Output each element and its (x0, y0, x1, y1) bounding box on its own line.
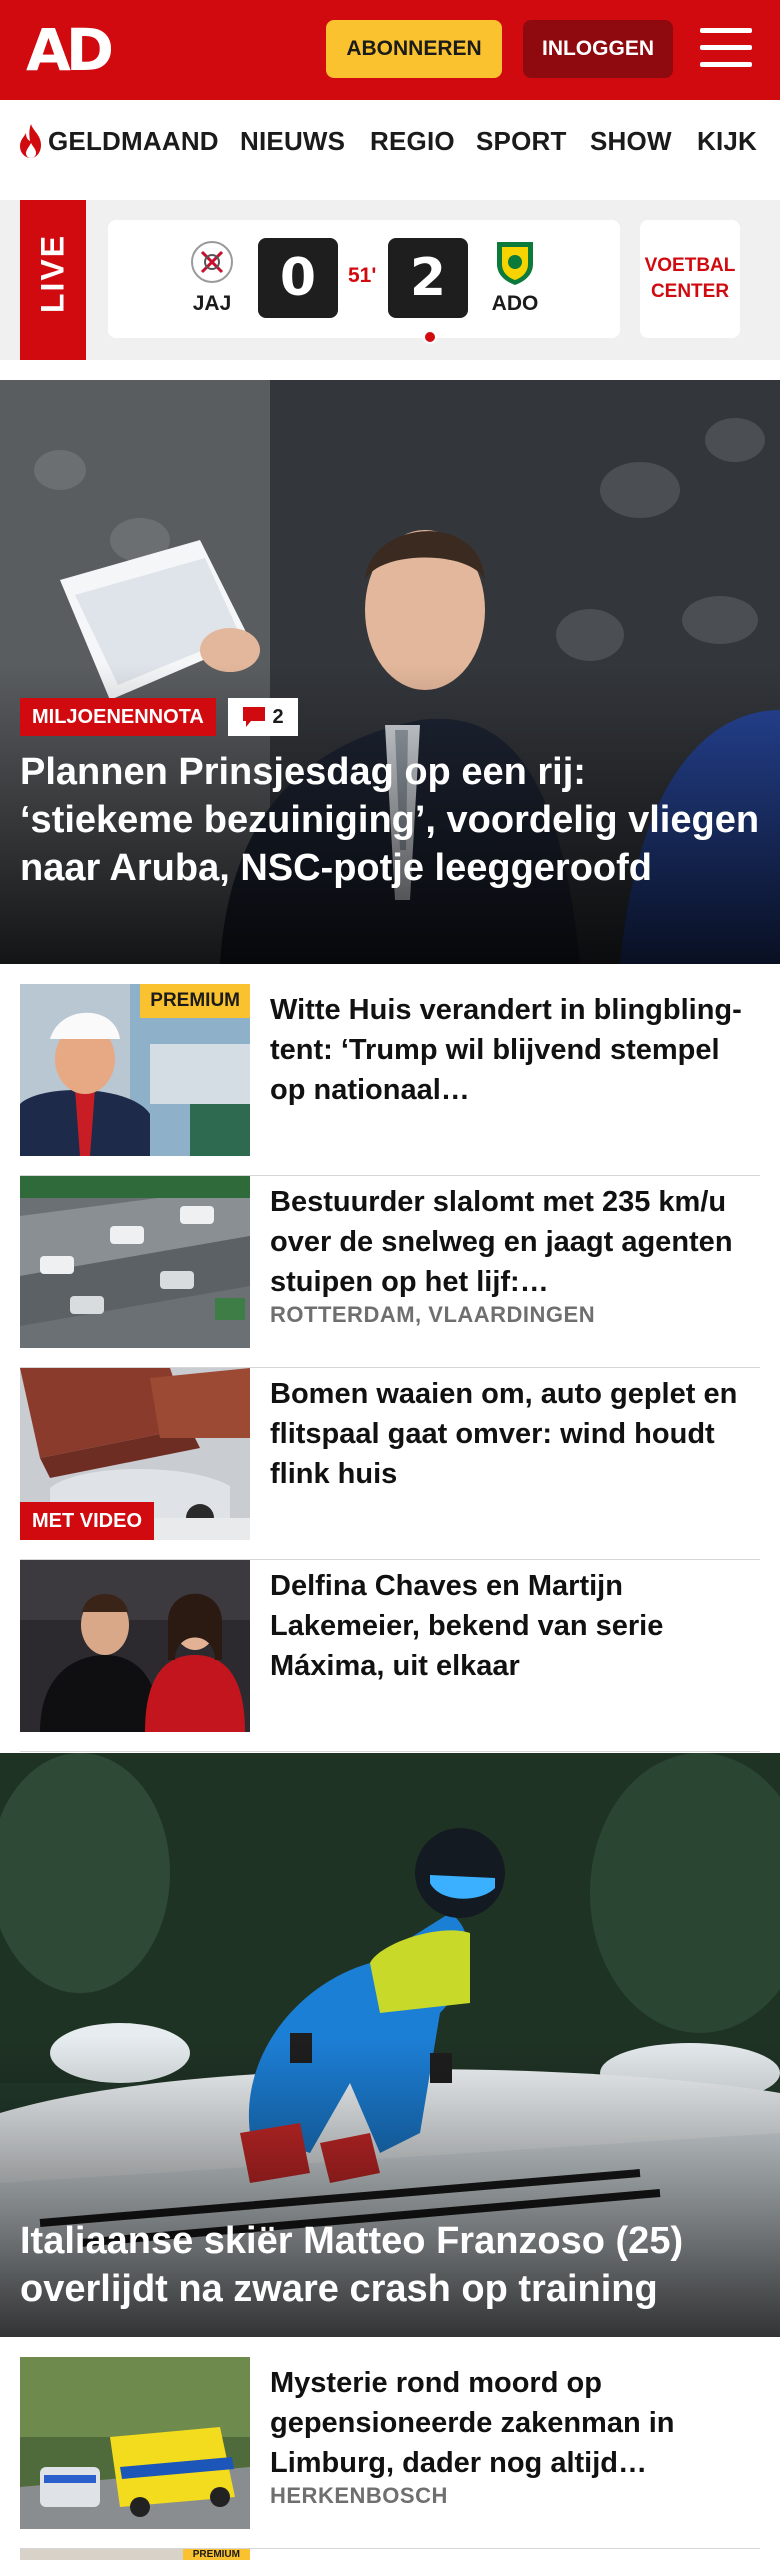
voetbal-center-line2: CENTER (650, 281, 730, 302)
comment-count-badge[interactable]: 2 (228, 698, 298, 736)
live-indicator-dot (423, 330, 437, 344)
article-photo (20, 1560, 250, 1732)
article-thumbnail: PREMIUM (20, 2549, 250, 2560)
hero-article[interactable]: MILJOENENNOTA 2 Plannen Prinsjesdag op e… (0, 380, 780, 964)
article-title[interactable]: Bestuurder slalomt met 235 km/u over de … (270, 1182, 760, 1302)
list-item[interactable]: MET VIDEO Bomen waaien om, auto geplet e… (20, 1368, 760, 1560)
article-title[interactable]: Delfina Chaves en Martijn Lakemeier, bek… (270, 1566, 760, 1686)
login-button[interactable]: INLOGGEN (523, 20, 673, 78)
live-label: LIVE (34, 233, 71, 313)
list-item[interactable]: PREMIUM Witte Huis verandert in blingbli… (20, 984, 760, 1176)
premium-badge: PREMIUM (140, 984, 250, 1018)
hero-title[interactable]: Plannen Prinsjesdag op een rij: ‘stiekem… (20, 748, 760, 892)
list-item[interactable]: Mysterie rond moord op gepensioneerde za… (20, 2357, 760, 2549)
ad-logo[interactable]: AD (26, 20, 114, 80)
away-team-name: ADO (491, 292, 539, 315)
article-thumbnail: PREMIUM (20, 984, 250, 1156)
nav-item-show[interactable]: SHOW (590, 126, 672, 157)
article-location: HERKENBOSCH (270, 2483, 448, 2508)
article-title[interactable]: Witte Huis verandert in blingbling-tent:… (270, 990, 760, 1110)
article-location: ROTTERDAM, VLAARDINGEN (270, 1302, 596, 1327)
video-badge: MET VIDEO (20, 1502, 155, 1540)
home-score: 0 (258, 238, 338, 318)
ado-crest-icon (497, 242, 533, 285)
home-team-name: JAJ (192, 292, 232, 315)
article-thumbnail: MET VIDEO (20, 1368, 250, 1540)
voetbal-center-button[interactable]: VOETBAL CENTER (640, 220, 740, 338)
article-photo (20, 2357, 250, 2529)
nav-item-sport[interactable]: SPORT (476, 126, 567, 157)
subscribe-button[interactable]: ABONNEREN (326, 20, 502, 78)
article-title[interactable]: Mysterie rond moord op gepensioneerde za… (270, 2363, 760, 2483)
nav-item-geldmaand[interactable]: GELDMAAND (48, 126, 219, 157)
jaj-crest-icon (191, 241, 233, 283)
list-item[interactable]: Bestuurder slalomt met 235 km/u over de … (20, 1176, 760, 1368)
hamburger-icon[interactable] (700, 26, 752, 70)
nav-item-nieuws[interactable]: NIEUWS (240, 126, 345, 157)
top-bar: AD ABONNEREN INLOGGEN (0, 0, 780, 100)
live-score-widget[interactable]: LIVE JAJ 0 51' 2 ADO VOETBAL CENTER (0, 200, 780, 360)
nav-item-kijk[interactable]: KIJK (697, 126, 757, 157)
category-tag[interactable]: MILJOENENNOTA (20, 698, 216, 736)
voetbal-center-line1: VOETBAL (644, 255, 736, 276)
hero-title[interactable]: Italiaanse skiër Matteo Franzoso (25) ov… (20, 2217, 760, 2313)
list-item[interactable]: Delfina Chaves en Martijn Lakemeier, bek… (20, 1560, 760, 1752)
section-nav: GELDMAAND NIEUWS REGIO SPORT SHOW KIJK (0, 100, 780, 184)
article-thumbnail (20, 1560, 250, 1732)
away-score: 2 (388, 238, 468, 318)
article-photo (20, 1176, 250, 1348)
hero-article-ski[interactable]: Italiaanse skiër Matteo Franzoso (25) ov… (0, 1753, 780, 2337)
article-title[interactable]: Bomen waaien om, auto geplet en flitspaa… (270, 1374, 760, 1494)
score-card[interactable]: JAJ 0 51' 2 ADO (108, 220, 620, 344)
list-item[interactable]: PREMIUM (20, 2549, 760, 2560)
premium-badge: PREMIUM (182, 2549, 250, 2560)
article-thumbnail (20, 2357, 250, 2529)
nav-item-regio[interactable]: REGIO (370, 126, 455, 157)
flame-icon (20, 124, 41, 158)
comment-count: 2 (272, 705, 284, 728)
article-thumbnail (20, 1176, 250, 1348)
comment-icon (243, 707, 266, 727)
match-minute: 51' (348, 264, 377, 287)
